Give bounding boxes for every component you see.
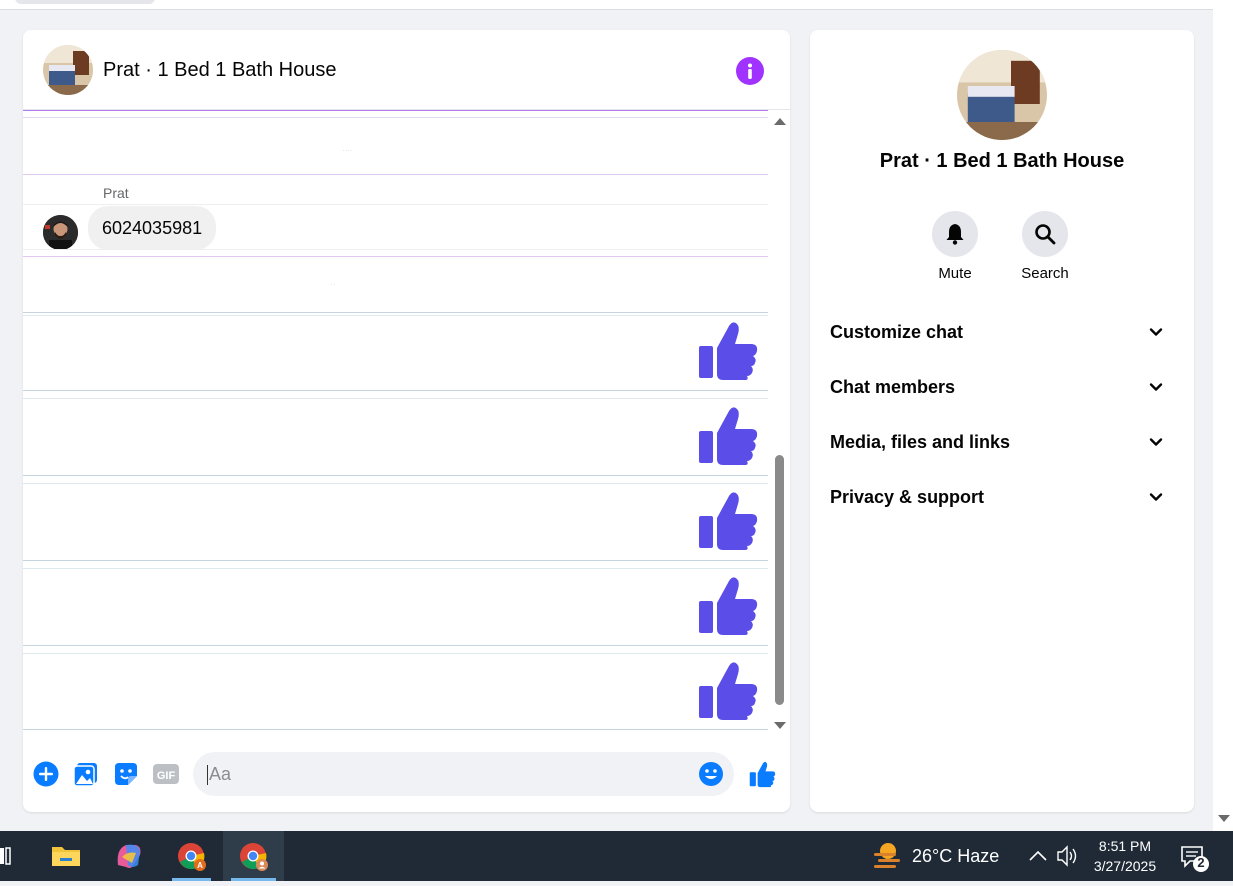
mute-label: Mute bbox=[938, 265, 972, 282]
message-input[interactable] bbox=[207, 760, 687, 788]
plus-icon[interactable] bbox=[32, 760, 60, 788]
chrome-profile-a-icon[interactable]: A bbox=[164, 831, 219, 881]
haze-icon bbox=[874, 843, 900, 868]
search-button[interactable]: Search bbox=[1010, 211, 1080, 282]
show-hidden-icons-chevron-up-icon[interactable] bbox=[1026, 831, 1050, 881]
faint-text: · · · · bbox=[343, 148, 352, 153]
divider bbox=[23, 174, 768, 175]
chat-scrollbar[interactable] bbox=[771, 110, 790, 730]
svg-text:GIF: GIF bbox=[157, 770, 176, 782]
gif-icon[interactable]: GIF bbox=[152, 760, 180, 788]
divider bbox=[23, 560, 768, 561]
clock-date: 3/27/2025 bbox=[1093, 858, 1157, 874]
thumbs-up-icon bbox=[699, 407, 758, 465]
sender-name: Prat bbox=[103, 185, 129, 201]
weather-text: 26°C Haze bbox=[912, 846, 1000, 866]
section-label: Customize chat bbox=[830, 322, 964, 342]
chevron-down-icon bbox=[1149, 328, 1163, 336]
info-icon[interactable] bbox=[736, 57, 764, 85]
like-message[interactable] bbox=[695, 488, 759, 552]
message-list[interactable]: · · · · Prat 6024035981 · · bbox=[23, 110, 771, 730]
search-circle bbox=[1022, 211, 1068, 257]
scroll-up-arrow[interactable] bbox=[774, 118, 786, 125]
bell-icon bbox=[946, 224, 964, 245]
volume-icon[interactable] bbox=[1054, 831, 1082, 881]
divider bbox=[23, 645, 768, 646]
divider bbox=[23, 256, 768, 257]
page-scroll-down-arrow[interactable] bbox=[1218, 815, 1230, 822]
mute-circle bbox=[932, 211, 978, 257]
weather-widget[interactable]: 26°C Haze bbox=[866, 831, 1006, 881]
file-explorer-icon[interactable] bbox=[40, 831, 92, 881]
like-message[interactable] bbox=[695, 403, 759, 467]
section-label: Privacy & support bbox=[830, 487, 985, 507]
divider bbox=[23, 398, 768, 399]
divider bbox=[23, 204, 768, 205]
scroll-down-arrow[interactable] bbox=[774, 722, 786, 729]
send-like-icon[interactable] bbox=[748, 760, 776, 788]
svg-text:A: A bbox=[197, 861, 203, 870]
chat-panel: Prat · 1 Bed 1 Bath House · · · · Prat 6… bbox=[23, 30, 790, 812]
notification-badge: 2 bbox=[1197, 855, 1205, 870]
info-title: Prat · 1 Bed 1 Bath House bbox=[879, 150, 1125, 172]
page-scrollbar[interactable] bbox=[1213, 0, 1233, 831]
chevron-down-icon bbox=[1149, 438, 1163, 446]
sender-avatar[interactable] bbox=[43, 215, 78, 250]
search-label: Search bbox=[1021, 265, 1069, 282]
notification-center-icon[interactable]: 2 bbox=[1176, 831, 1216, 881]
copilot-icon[interactable] bbox=[102, 831, 154, 881]
divider bbox=[23, 312, 768, 313]
message-input-box[interactable] bbox=[193, 752, 734, 796]
taskbar: A 26°C Haze 8:51 PM 3/27/2025 2 bbox=[0, 831, 1233, 881]
mute-button[interactable]: Mute bbox=[920, 211, 990, 282]
group-avatar-large[interactable] bbox=[957, 50, 1047, 140]
divider bbox=[23, 117, 768, 118]
thumbs-up-icon bbox=[699, 662, 758, 720]
chat-title: Prat · 1 Bed 1 Bath House bbox=[103, 59, 337, 81]
section-media-files-links[interactable]: Media, files and links bbox=[830, 422, 1174, 462]
search-icon bbox=[1035, 224, 1056, 245]
section-chat-members[interactable]: Chat members bbox=[830, 367, 1174, 407]
scroll-thumb[interactable] bbox=[775, 455, 784, 705]
task-view-icon[interactable] bbox=[0, 831, 20, 881]
chat-header: Prat · 1 Bed 1 Bath House bbox=[23, 30, 790, 110]
composer: GIF bbox=[23, 742, 790, 802]
divider bbox=[23, 249, 768, 250]
chevron-down-icon bbox=[1149, 383, 1163, 391]
divider bbox=[23, 475, 768, 476]
section-privacy-support[interactable]: Privacy & support bbox=[830, 477, 1174, 517]
section-customize-chat[interactable]: Customize chat bbox=[830, 312, 1174, 352]
divider bbox=[23, 390, 768, 391]
like-message[interactable] bbox=[695, 573, 759, 637]
divider bbox=[23, 568, 768, 569]
divider bbox=[23, 315, 768, 316]
sticker-icon[interactable] bbox=[112, 760, 140, 788]
divider bbox=[23, 110, 768, 111]
divider bbox=[23, 483, 768, 484]
emoji-icon[interactable] bbox=[698, 761, 724, 787]
top-strip bbox=[0, 0, 1213, 10]
chrome-profile-b-icon[interactable] bbox=[223, 831, 284, 881]
section-label: Media, files and links bbox=[830, 432, 1011, 452]
chevron-down-icon bbox=[1149, 493, 1163, 501]
message-bubble[interactable]: 6024035981 bbox=[88, 206, 217, 250]
group-avatar[interactable] bbox=[43, 45, 93, 95]
text-caret bbox=[207, 765, 208, 785]
photo-icon[interactable] bbox=[72, 760, 100, 788]
thumbs-up-icon bbox=[699, 492, 758, 550]
thumbs-up-icon bbox=[699, 322, 758, 380]
like-message[interactable] bbox=[695, 658, 759, 722]
divider bbox=[23, 729, 768, 730]
thumbs-up-icon bbox=[699, 577, 758, 635]
chat-info-panel: Prat · 1 Bed 1 Bath House Mute Search Cu… bbox=[810, 30, 1194, 812]
clock[interactable]: 8:51 PM 3/27/2025 bbox=[1090, 836, 1160, 876]
clock-time: 8:51 PM bbox=[1098, 838, 1152, 854]
top-tab-pill[interactable] bbox=[15, 0, 155, 4]
divider bbox=[23, 653, 768, 654]
like-message[interactable] bbox=[695, 318, 759, 382]
section-label: Chat members bbox=[830, 377, 956, 397]
faint-text: · · bbox=[331, 282, 335, 287]
